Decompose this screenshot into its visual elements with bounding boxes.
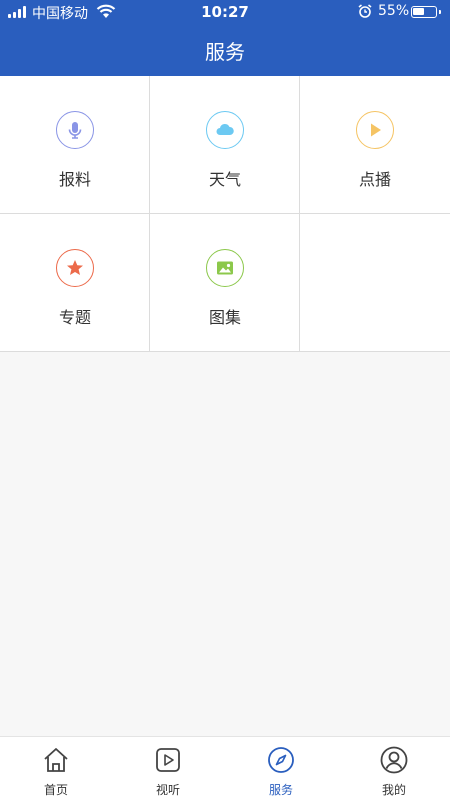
microphone-icon xyxy=(56,111,94,149)
service-item-weather[interactable]: 天气 xyxy=(150,76,300,213)
tab-label: 我的 xyxy=(381,783,406,797)
battery-percent: 55% xyxy=(378,3,410,19)
empty-cell xyxy=(300,214,450,351)
alarm-clock-icon xyxy=(358,4,372,18)
service-label: 报料 xyxy=(58,170,91,189)
star-icon xyxy=(56,249,94,287)
tab-profile[interactable]: 我的 xyxy=(338,737,450,801)
tab-services[interactable]: 服务 xyxy=(225,737,337,801)
service-label: 专题 xyxy=(58,308,91,327)
service-grid: 报料 天气 点播 专题 图集 xyxy=(0,76,450,352)
user-icon xyxy=(380,746,408,774)
service-item-topics[interactable]: 专题 xyxy=(0,214,150,351)
tab-label: 服务 xyxy=(268,783,293,797)
image-icon xyxy=(206,249,244,287)
service-label: 天气 xyxy=(208,170,241,189)
home-icon xyxy=(44,748,68,772)
header: 中国移动 10:27 55% 服务 xyxy=(0,0,450,76)
service-item-gallery[interactable]: 图集 xyxy=(150,214,300,351)
tab-media[interactable]: 视听 xyxy=(112,737,224,801)
tab-home[interactable]: 首页 xyxy=(0,737,112,801)
service-label: 图集 xyxy=(208,308,241,327)
video-play-icon xyxy=(156,748,180,772)
service-item-report[interactable]: 报料 xyxy=(0,76,150,213)
service-item-on-demand[interactable]: 点播 xyxy=(300,76,450,213)
bottom-tab-bar: 首页 视听 服务 我的 xyxy=(0,736,450,801)
status-bar: 中国移动 10:27 55% xyxy=(0,0,450,24)
battery-icon xyxy=(411,6,441,18)
play-icon xyxy=(356,111,394,149)
page-title: 服务 xyxy=(205,40,245,64)
tab-label: 视听 xyxy=(155,783,180,797)
cloud-icon xyxy=(206,111,244,149)
service-label: 点播 xyxy=(358,170,391,189)
tab-label: 首页 xyxy=(43,783,68,797)
compass-icon xyxy=(268,747,294,773)
